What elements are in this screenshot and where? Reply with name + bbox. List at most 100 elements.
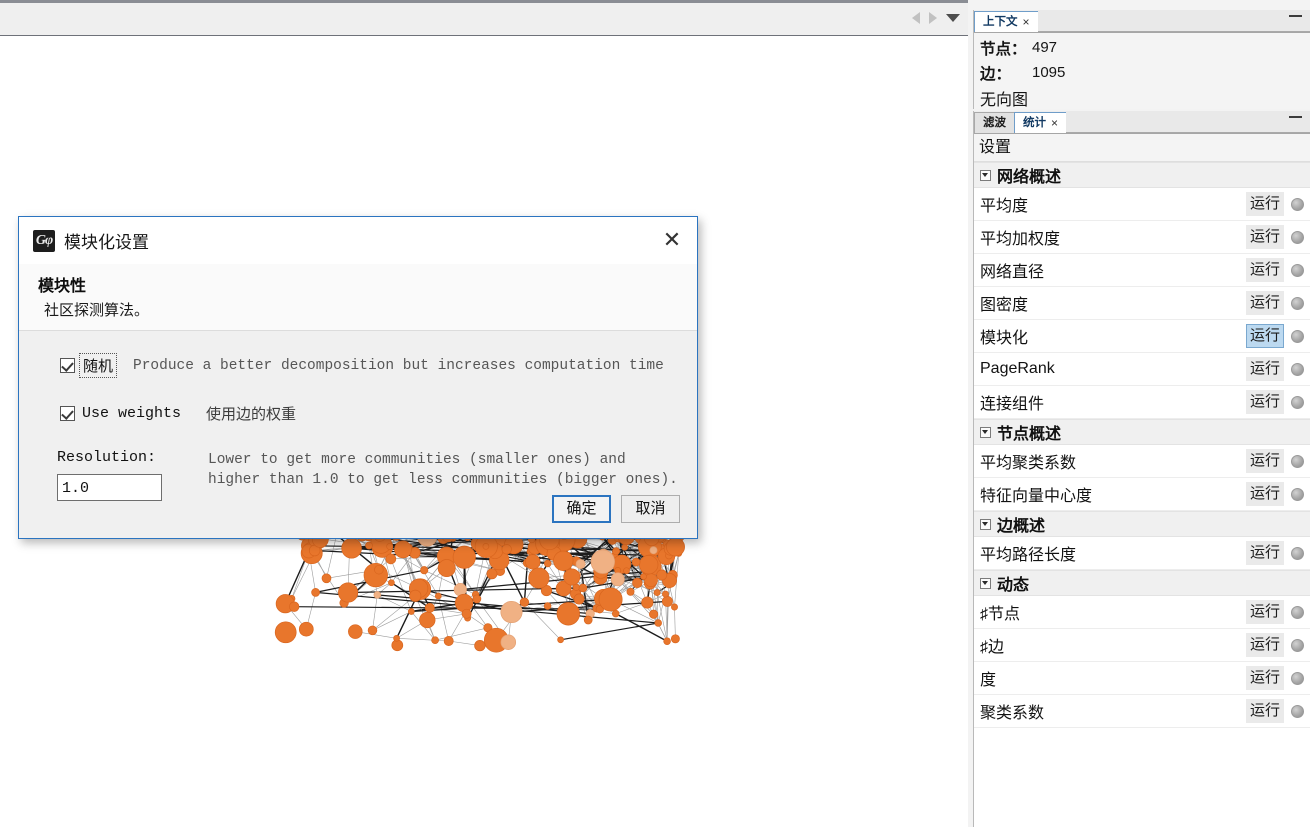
stat-label: 聚类系数 xyxy=(980,705,1045,722)
stat-row[interactable]: 网络直径 运行 xyxy=(974,254,1310,287)
run-button[interactable]: 运行 xyxy=(1246,390,1284,414)
collapse-toggle-icon[interactable] xyxy=(980,169,991,181)
stat-row[interactable]: 平均聚类系数 运行 xyxy=(974,445,1310,478)
option-row-randomize: 随机 Produce a better decomposition but in… xyxy=(19,353,697,378)
close-icon[interactable]: × xyxy=(1023,12,1030,33)
stat-label: 平均聚类系数 xyxy=(980,455,1077,472)
stats-group-header[interactable]: 动态 xyxy=(974,570,1310,596)
close-icon[interactable]: × xyxy=(1051,113,1058,134)
info-icon[interactable] xyxy=(1291,605,1304,619)
context-row-edges: 边： 1095 xyxy=(976,60,1310,85)
info-icon[interactable] xyxy=(1291,230,1304,244)
dialog-body: 随机 Produce a better decomposition but in… xyxy=(19,331,697,501)
run-button[interactable]: 运行 xyxy=(1246,357,1284,381)
top-toolbar xyxy=(0,0,968,36)
run-button[interactable]: 运行 xyxy=(1246,541,1284,565)
stat-label: 平均路径长度 xyxy=(980,547,1077,564)
stat-row[interactable]: 图密度 运行 xyxy=(974,287,1310,320)
tab-context-label: 上下文 xyxy=(983,15,1018,28)
run-button[interactable]: 运行 xyxy=(1246,324,1284,348)
use-weights-description: 使用边的权重 xyxy=(206,406,297,423)
collapse-toggle-icon[interactable] xyxy=(980,426,991,438)
run-button[interactable]: 运行 xyxy=(1246,666,1284,690)
dialog-heading: 模块性 xyxy=(38,278,87,295)
randomize-label[interactable]: 随机 xyxy=(79,353,118,378)
info-icon[interactable] xyxy=(1291,454,1304,468)
run-button[interactable]: 运行 xyxy=(1246,482,1284,506)
chevron-down-icon[interactable] xyxy=(946,14,960,22)
stats-group-header[interactable]: 节点概述 xyxy=(974,419,1310,445)
stats-group-header[interactable]: 边概述 xyxy=(974,511,1310,537)
run-button[interactable]: 运行 xyxy=(1246,600,1284,624)
stat-label: PageRank xyxy=(980,360,1055,377)
run-button[interactable]: 运行 xyxy=(1246,699,1284,723)
info-icon[interactable] xyxy=(1291,546,1304,560)
stat-row[interactable]: PageRank 运行 xyxy=(974,353,1310,386)
run-button[interactable]: 运行 xyxy=(1246,225,1284,249)
tab-statistics[interactable]: 统计 × xyxy=(1014,112,1068,134)
minimize-icon[interactable] xyxy=(1289,15,1302,17)
dialog-subheading: 社区探测算法。 xyxy=(44,302,150,319)
stat-row[interactable]: 连接组件 运行 xyxy=(974,386,1310,419)
stat-row[interactable]: 平均度 运行 xyxy=(974,188,1310,221)
statistics-panel: 滤波 统计 × 设置 网络概述 平均度 运行 平均加权度 运行 网络直径 运行 图密度 运行 模块… xyxy=(973,111,1310,827)
edges-key: 边： xyxy=(980,65,1012,83)
minimize-icon[interactable] xyxy=(1289,116,1302,118)
resolution-row: Resolution: 1.0 Lower to get more commun… xyxy=(19,449,697,501)
edges-value: 1095 xyxy=(1032,64,1066,81)
resolution-description: Lower to get more communities (smaller o… xyxy=(208,450,678,501)
run-button[interactable]: 运行 xyxy=(1246,449,1284,473)
stat-row[interactable]: 模块化 运行 xyxy=(974,320,1310,353)
use-weights-checkbox[interactable] xyxy=(60,406,75,421)
stat-label: 度 xyxy=(980,672,997,689)
ok-button[interactable]: 确定 xyxy=(552,495,611,523)
info-icon[interactable] xyxy=(1291,362,1304,376)
stats-group-title: 节点概述 xyxy=(997,426,1062,443)
stat-label: 连接组件 xyxy=(980,396,1045,413)
stat-row[interactable]: 度 运行 xyxy=(974,662,1310,695)
stats-group-title: 边概述 xyxy=(997,518,1046,535)
info-icon[interactable] xyxy=(1291,395,1304,409)
info-icon[interactable] xyxy=(1291,704,1304,718)
info-icon[interactable] xyxy=(1291,263,1304,277)
stat-label: 模块化 xyxy=(980,330,1029,347)
stat-row[interactable]: ♯边 运行 xyxy=(974,629,1310,662)
randomize-description: Produce a better decomposition but incre… xyxy=(133,357,664,374)
tab-filter-label: 滤波 xyxy=(983,116,1006,129)
cancel-button[interactable]: 取消 xyxy=(621,495,680,523)
close-icon[interactable]: ✕ xyxy=(659,227,685,253)
left-arrow-icon[interactable] xyxy=(912,12,920,24)
statistics-list[interactable]: 网络概述 平均度 运行 平均加权度 运行 网络直径 运行 图密度 运行 模块化 运行 PageRank… xyxy=(974,162,1310,823)
stats-group-title: 网络概述 xyxy=(997,169,1062,186)
context-graph-type: 无向图 xyxy=(980,91,1029,109)
info-icon[interactable] xyxy=(1291,329,1304,343)
info-icon[interactable] xyxy=(1291,487,1304,501)
run-button[interactable]: 运行 xyxy=(1246,633,1284,657)
stat-label: ♯边 xyxy=(980,639,1005,656)
info-icon[interactable] xyxy=(1291,638,1304,652)
stats-group-header[interactable]: 网络概述 xyxy=(974,162,1310,188)
run-button[interactable]: 运行 xyxy=(1246,291,1284,315)
info-icon[interactable] xyxy=(1291,296,1304,310)
stat-row[interactable]: 平均加权度 运行 xyxy=(974,221,1310,254)
collapse-toggle-icon[interactable] xyxy=(980,577,991,589)
context-tabbar: 上下文 × xyxy=(974,10,1310,33)
run-button[interactable]: 运行 xyxy=(1246,258,1284,282)
collapse-toggle-icon[interactable] xyxy=(980,518,991,530)
tab-filter[interactable]: 滤波 xyxy=(974,112,1015,133)
use-weights-label[interactable]: Use weights xyxy=(79,404,184,423)
info-icon[interactable] xyxy=(1291,197,1304,211)
stat-row[interactable]: 聚类系数 运行 xyxy=(974,695,1310,728)
run-button[interactable]: 运行 xyxy=(1246,192,1284,216)
stats-group-title: 动态 xyxy=(997,577,1030,594)
stat-row[interactable]: 平均路径长度 运行 xyxy=(974,537,1310,570)
stat-row[interactable]: 特征向量中心度 运行 xyxy=(974,478,1310,511)
stat-label: ♯节点 xyxy=(980,606,1021,623)
tab-context[interactable]: 上下文 × xyxy=(974,11,1039,32)
resolution-input[interactable]: 1.0 xyxy=(57,474,162,501)
stat-row[interactable]: ♯节点 运行 xyxy=(974,596,1310,629)
right-arrow-icon[interactable] xyxy=(929,12,937,24)
stat-label: 图密度 xyxy=(980,297,1029,314)
randomize-checkbox[interactable] xyxy=(60,358,75,373)
info-icon[interactable] xyxy=(1291,671,1304,685)
